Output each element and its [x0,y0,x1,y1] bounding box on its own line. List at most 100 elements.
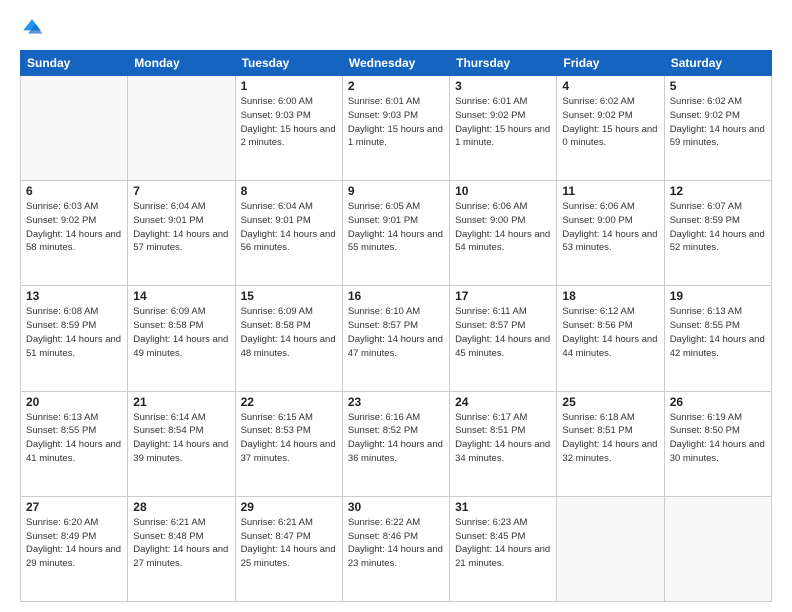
calendar-day-cell: 8 Sunrise: 6:04 AMSunset: 9:01 PMDaylight… [235,181,342,286]
day-info: Sunrise: 6:02 AMSunset: 9:02 PMDaylight:… [562,95,658,150]
calendar-day-cell: 30 Sunrise: 6:22 AMSunset: 8:46 PMDayligh… [342,496,449,601]
day-number: 8 [241,184,337,198]
day-info: Sunrise: 6:03 AMSunset: 9:02 PMDaylight:… [26,200,122,255]
day-number: 27 [26,500,122,514]
calendar-day-cell: 21 Sunrise: 6:14 AMSunset: 8:54 PMDayligh… [128,391,235,496]
day-number: 24 [455,395,551,409]
calendar-day-cell: 12 Sunrise: 6:07 AMSunset: 8:59 PMDayligh… [664,181,771,286]
calendar-week-row: 6 Sunrise: 6:03 AMSunset: 9:02 PMDaylight… [21,181,772,286]
calendar-table: SundayMondayTuesdayWednesdayThursdayFrid… [20,50,772,602]
day-number: 21 [133,395,229,409]
day-number: 23 [348,395,444,409]
calendar-day-cell: 3 Sunrise: 6:01 AMSunset: 9:02 PMDaylight… [450,76,557,181]
day-number: 2 [348,79,444,93]
day-info: Sunrise: 6:02 AMSunset: 9:02 PMDaylight:… [670,95,766,150]
day-number: 22 [241,395,337,409]
day-info: Sunrise: 6:13 AMSunset: 8:55 PMDaylight:… [26,411,122,466]
calendar-day-cell: 11 Sunrise: 6:06 AMSunset: 9:00 PMDayligh… [557,181,664,286]
calendar-day-cell: 17 Sunrise: 6:11 AMSunset: 8:57 PMDayligh… [450,286,557,391]
day-number: 11 [562,184,658,198]
calendar-day-cell: 18Sunrise: 6:12 AMSunset: 8:56 PMDayligh… [557,286,664,391]
calendar-day-cell: 13 Sunrise: 6:08 AMSunset: 8:59 PMDayligh… [21,286,128,391]
day-number: 30 [348,500,444,514]
day-info: Sunrise: 6:22 AMSunset: 8:46 PMDaylight:… [348,516,444,571]
day-info: Sunrise: 6:20 AMSunset: 8:49 PMDaylight:… [26,516,122,571]
day-number: 26 [670,395,766,409]
calendar-week-row: 1Sunrise: 6:00 AMSunset: 9:03 PMDaylight… [21,76,772,181]
calendar-day-cell: 31Sunrise: 6:23 AMSunset: 8:45 PMDayligh… [450,496,557,601]
calendar-day-cell: 15 Sunrise: 6:09 AMSunset: 8:58 PMDayligh… [235,286,342,391]
day-info: Sunrise: 6:21 AMSunset: 8:47 PMDaylight:… [241,516,337,571]
day-info: Sunrise: 6:06 AMSunset: 9:00 PMDaylight:… [562,200,658,255]
day-info: Sunrise: 6:14 AMSunset: 8:54 PMDaylight:… [133,411,229,466]
day-info: Sunrise: 6:06 AMSunset: 9:00 PMDaylight:… [455,200,551,255]
calendar-day-cell: 28 Sunrise: 6:21 AMSunset: 8:48 PMDayligh… [128,496,235,601]
calendar-day-cell: 7 Sunrise: 6:04 AMSunset: 9:01 PMDaylight… [128,181,235,286]
calendar-day-cell: 9 Sunrise: 6:05 AMSunset: 9:01 PMDaylight… [342,181,449,286]
day-number: 13 [26,289,122,303]
day-info: Sunrise: 6:17 AMSunset: 8:51 PMDaylight:… [455,411,551,466]
day-number: 16 [348,289,444,303]
day-number: 18 [562,289,658,303]
weekday-header: Sunday [21,51,128,76]
calendar-week-row: 13 Sunrise: 6:08 AMSunset: 8:59 PMDayligh… [21,286,772,391]
day-number: 19 [670,289,766,303]
day-number: 28 [133,500,229,514]
calendar-day-cell: 1Sunrise: 6:00 AMSunset: 9:03 PMDaylight… [235,76,342,181]
day-number: 15 [241,289,337,303]
page: SundayMondayTuesdayWednesdayThursdayFrid… [0,0,792,612]
day-info: Sunrise: 6:08 AMSunset: 8:59 PMDaylight:… [26,305,122,360]
day-number: 17 [455,289,551,303]
logo [20,16,48,40]
calendar-day-cell: 20 Sunrise: 6:13 AMSunset: 8:55 PMDayligh… [21,391,128,496]
day-info: Sunrise: 6:10 AMSunset: 8:57 PMDaylight:… [348,305,444,360]
day-number: 29 [241,500,337,514]
day-info: Sunrise: 6:15 AMSunset: 8:53 PMDaylight:… [241,411,337,466]
day-number: 9 [348,184,444,198]
day-info: Sunrise: 6:04 AMSunset: 9:01 PMDaylight:… [241,200,337,255]
calendar-day-cell: 6 Sunrise: 6:03 AMSunset: 9:02 PMDaylight… [21,181,128,286]
calendar-day-cell [664,496,771,601]
day-number: 31 [455,500,551,514]
day-info: Sunrise: 6:21 AMSunset: 8:48 PMDaylight:… [133,516,229,571]
calendar-day-cell: 2 Sunrise: 6:01 AMSunset: 9:03 PMDaylight… [342,76,449,181]
day-number: 3 [455,79,551,93]
day-info: Sunrise: 6:01 AMSunset: 9:03 PMDaylight:… [348,95,444,150]
calendar-day-cell: 24 Sunrise: 6:17 AMSunset: 8:51 PMDayligh… [450,391,557,496]
day-info: Sunrise: 6:05 AMSunset: 9:01 PMDaylight:… [348,200,444,255]
day-number: 20 [26,395,122,409]
calendar-day-cell: 16 Sunrise: 6:10 AMSunset: 8:57 PMDayligh… [342,286,449,391]
day-info: Sunrise: 6:09 AMSunset: 8:58 PMDaylight:… [133,305,229,360]
day-number: 6 [26,184,122,198]
day-info: Sunrise: 6:11 AMSunset: 8:57 PMDaylight:… [455,305,551,360]
calendar-day-cell: 22 Sunrise: 6:15 AMSunset: 8:53 PMDayligh… [235,391,342,496]
day-info: Sunrise: 6:16 AMSunset: 8:52 PMDaylight:… [348,411,444,466]
day-info: Sunrise: 6:04 AMSunset: 9:01 PMDaylight:… [133,200,229,255]
day-number: 7 [133,184,229,198]
day-number: 5 [670,79,766,93]
weekday-header: Friday [557,51,664,76]
calendar-day-cell: 25 Sunrise: 6:18 AMSunset: 8:51 PMDayligh… [557,391,664,496]
day-number: 10 [455,184,551,198]
day-number: 25 [562,395,658,409]
day-info: Sunrise: 6:01 AMSunset: 9:02 PMDaylight:… [455,95,551,150]
weekday-header-row: SundayMondayTuesdayWednesdayThursdayFrid… [21,51,772,76]
weekday-header: Tuesday [235,51,342,76]
calendar-day-cell [21,76,128,181]
calendar-week-row: 20 Sunrise: 6:13 AMSunset: 8:55 PMDayligh… [21,391,772,496]
calendar-day-cell: 10 Sunrise: 6:06 AMSunset: 9:00 PMDayligh… [450,181,557,286]
day-info: Sunrise: 6:18 AMSunset: 8:51 PMDaylight:… [562,411,658,466]
day-number: 12 [670,184,766,198]
calendar-day-cell: 14 Sunrise: 6:09 AMSunset: 8:58 PMDayligh… [128,286,235,391]
day-info: Sunrise: 6:00 AMSunset: 9:03 PMDaylight:… [241,95,337,150]
calendar-day-cell: 29 Sunrise: 6:21 AMSunset: 8:47 PMDayligh… [235,496,342,601]
day-number: 14 [133,289,229,303]
day-number: 4 [562,79,658,93]
day-info: Sunrise: 6:13 AMSunset: 8:55 PMDaylight:… [670,305,766,360]
calendar-day-cell: 4 Sunrise: 6:02 AMSunset: 9:02 PMDaylight… [557,76,664,181]
calendar-week-row: 27 Sunrise: 6:20 AMSunset: 8:49 PMDayligh… [21,496,772,601]
weekday-header: Thursday [450,51,557,76]
weekday-header: Monday [128,51,235,76]
day-info: Sunrise: 6:07 AMSunset: 8:59 PMDaylight:… [670,200,766,255]
day-info: Sunrise: 6:09 AMSunset: 8:58 PMDaylight:… [241,305,337,360]
